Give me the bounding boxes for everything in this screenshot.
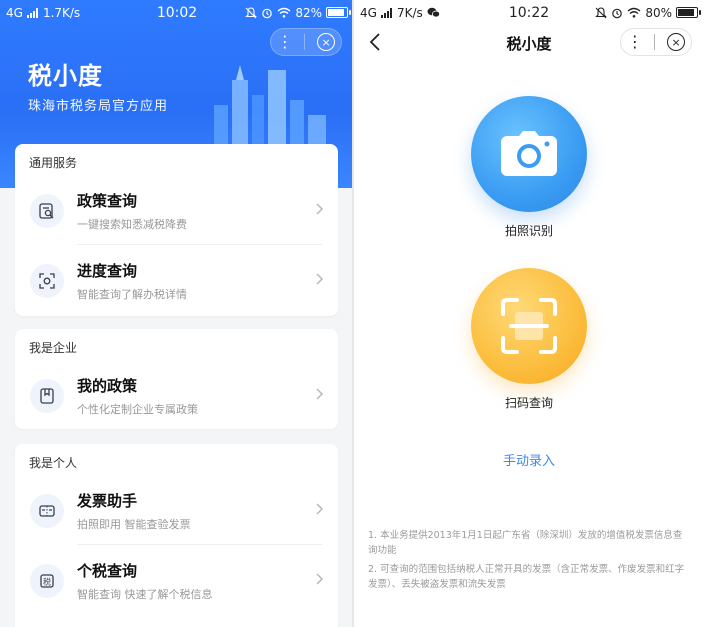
battery-percent: 82% <box>295 5 322 20</box>
item-name: 个税查询 <box>77 562 138 580</box>
list-item-progress-query[interactable]: 进度查询 智能查询了解办税详情 <box>15 248 338 314</box>
close-mini-program-button[interactable]: × <box>667 33 686 51</box>
progress-scan-icon <box>30 264 64 298</box>
more-menu-button[interactable]: ⋮ <box>627 34 643 50</box>
mini-program-capsule: ⋮ × <box>620 28 692 56</box>
alarm-icon <box>262 8 273 18</box>
bookmark-icon <box>30 379 64 413</box>
camera-icon <box>501 131 557 176</box>
battery-percent: 80% <box>645 5 672 20</box>
alarm-icon <box>612 8 623 18</box>
capsule-separator <box>654 34 656 50</box>
close-icon: × <box>671 35 681 49</box>
list-item-policy-query[interactable]: 政策查询 一键搜索知悉减税降费 <box>15 178 338 244</box>
chevron-right-icon <box>316 388 324 400</box>
chevron-right-icon <box>316 203 324 215</box>
battery-icon <box>676 7 701 18</box>
list-item-income-tax-query[interactable]: 税 个税查询 智能查询 快速了解个税信息 <box>15 548 338 614</box>
network-speed: 7K/s <box>396 5 423 20</box>
section-general-services: 通用服务 政策查询 一键搜索知悉减税降费 进度查询 智能查询了解办税详情 <box>15 144 338 316</box>
status-bar: 4G 1.7K/s 10:02 82% <box>0 0 354 25</box>
item-desc: 智能查询了解办税详情 <box>77 288 187 301</box>
photo-recognition-button[interactable] <box>471 96 587 212</box>
notes-block: 1. 本业务提供2013年1月1日起广东省（除深圳）发放的增值税发票信息查询功能… <box>368 528 690 596</box>
left-screen: 4G 1.7K/s 10:02 82% ⋮ × 税小度 珠海市税务局官方应用 通… <box>0 0 354 627</box>
close-icon: × <box>321 35 331 49</box>
invoice-icon <box>30 494 64 528</box>
manual-entry-link[interactable]: 手动录入 <box>354 450 704 469</box>
mute-bell-icon <box>245 6 258 18</box>
item-desc: 智能查询 快速了解个税信息 <box>77 588 213 601</box>
item-desc: 一键搜索知悉减税降费 <box>77 218 187 231</box>
wifi-icon <box>277 7 291 18</box>
mute-bell-icon <box>595 6 608 18</box>
item-desc: 个性化定制企业专属政策 <box>77 403 198 416</box>
app-title: 税小度 <box>28 62 103 90</box>
list-item-my-policy[interactable]: 我的政策 个性化定制企业专属政策 <box>15 363 338 429</box>
more-menu-button[interactable]: ⋮ <box>277 34 293 50</box>
section-title: 我是个人 <box>29 456 78 470</box>
network-indicator: 4G <box>360 5 377 20</box>
app-subtitle: 珠海市税务局官方应用 <box>28 99 169 114</box>
svg-text:税: 税 <box>43 577 51 587</box>
item-name: 发票助手 <box>77 492 138 510</box>
policy-search-icon <box>30 194 64 228</box>
section-title: 我是企业 <box>29 341 78 355</box>
note-item: 2. 可查询的范围包括纳税人正常开具的发票（含正常发票、作废发票和红字发票）、丢… <box>368 564 685 590</box>
tax-icon: 税 <box>30 564 64 598</box>
photo-recognition-label: 拍照识别 <box>504 224 553 238</box>
mini-program-capsule: ⋮ × <box>270 28 342 56</box>
signal-icon <box>26 7 38 18</box>
note-item: 1. 本业务提供2013年1月1日起广东省（除深圳）发放的增值税发票信息查询功能 <box>368 530 683 556</box>
list-item-invoice-assistant[interactable]: 发票助手 拍照即用 智能查验发票 <box>15 478 338 544</box>
capsule-separator <box>304 34 306 50</box>
chevron-right-icon <box>316 573 324 585</box>
right-screen: 4G 7K/s 10:22 80% 税小度 ⋮ × 拍照识别 扫码查询 手动录入… <box>354 0 704 627</box>
battery-icon <box>326 7 351 18</box>
scan-code-button[interactable] <box>471 268 587 384</box>
section-personal: 我是个人 发票助手 拍照即用 智能查验发票 税 个税查询 智能查询 快速了解个税… <box>15 444 338 627</box>
row-divider <box>77 544 322 545</box>
scan-frame-icon <box>501 298 557 354</box>
network-indicator: 4G <box>6 5 23 20</box>
section-title: 通用服务 <box>29 156 78 170</box>
chevron-right-icon <box>316 503 324 515</box>
item-name: 政策查询 <box>77 192 138 210</box>
item-desc: 拍照即用 智能查验发票 <box>77 518 191 531</box>
row-divider <box>77 244 322 245</box>
item-name: 我的政策 <box>77 377 138 395</box>
close-mini-program-button[interactable]: × <box>317 33 336 51</box>
status-bar: 4G 7K/s 10:22 80% <box>354 0 704 25</box>
item-name: 进度查询 <box>77 262 138 280</box>
scan-code-label: 扫码查询 <box>504 396 553 410</box>
wechat-icon <box>427 7 440 18</box>
section-enterprise: 我是企业 我的政策 个性化定制企业专属政策 <box>15 329 338 429</box>
chevron-right-icon <box>316 273 324 285</box>
signal-icon <box>380 7 392 18</box>
network-speed: 1.7K/s <box>42 5 81 20</box>
wifi-icon <box>627 7 641 18</box>
